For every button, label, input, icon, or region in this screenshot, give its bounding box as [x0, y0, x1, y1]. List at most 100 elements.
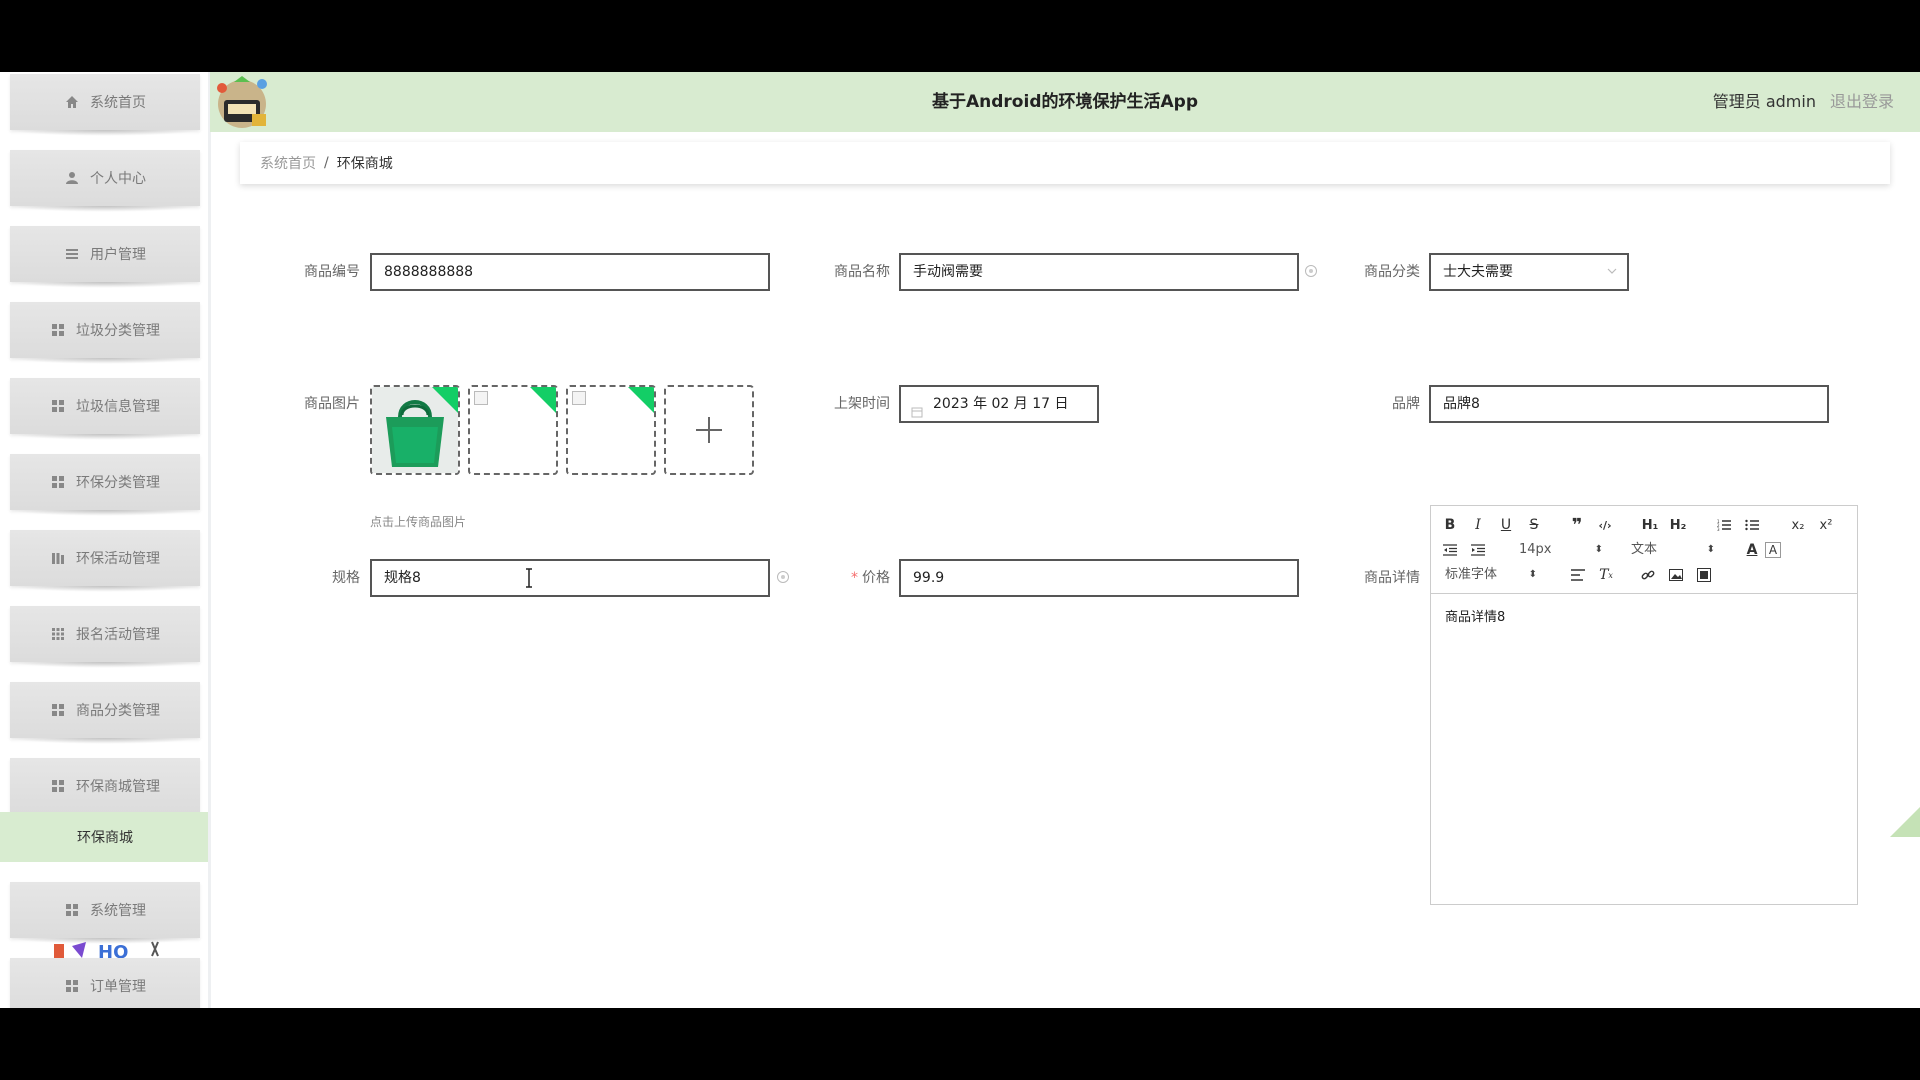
outdent-icon[interactable]	[1439, 539, 1461, 561]
select-arrows-icon: ⬍	[1528, 569, 1537, 580]
product-name-input[interactable]: 手动阀需要	[899, 253, 1299, 291]
sidebar-item-signup-activity[interactable]: 报名活动管理	[10, 606, 200, 668]
bold-icon[interactable]: B	[1439, 514, 1461, 536]
required-mark: *	[851, 570, 858, 586]
spec-input[interactable]: 规格8	[370, 559, 770, 597]
upload-success-corner	[627, 387, 654, 414]
svg-text:3: 3	[1717, 527, 1720, 531]
sidebar-item-profile[interactable]: 个人中心	[10, 150, 200, 212]
spec-input-value: 规格8	[384, 570, 421, 586]
app-screen: 系统首页 个人中心 用户管理 垃圾分类管理 垃圾信息管理 环保分类管理 环保活动…	[0, 72, 1920, 1008]
align-icon[interactable]	[1567, 564, 1589, 586]
listing-time-date-picker[interactable]: 2023 年 02 月 17 日	[899, 385, 1099, 423]
grid-icon	[50, 474, 66, 490]
logout-link[interactable]: 退出登录	[1830, 92, 1894, 111]
product-code-input[interactable]: 8888888888	[370, 253, 770, 291]
sidebar-item-users[interactable]: 用户管理	[10, 226, 200, 288]
breadcrumb-separator: /	[324, 155, 329, 171]
grid-icon	[64, 902, 80, 918]
sidebar-item-label: 个人中心	[90, 171, 146, 187]
sidebar-item-label: 用户管理	[90, 247, 146, 263]
app-title: 基于Android的环境保护生活App	[932, 92, 1198, 112]
font-color-icon[interactable]: A	[1741, 539, 1763, 561]
listing-time-value: 2023 年 02 月 17 日	[933, 396, 1069, 412]
clear-icon[interactable]	[777, 571, 789, 583]
bullet-list-icon[interactable]	[1741, 514, 1763, 536]
upload-success-corner	[529, 387, 556, 414]
rich-text-editor: B I U S ❞ ‹/› H₁ H₂ 123 x₂ x² 14px ⬍ 文本 ⬍ …	[1430, 505, 1858, 905]
image-icon[interactable]	[1665, 564, 1687, 586]
font-family-select[interactable]: 标准字体 ⬍	[1445, 564, 1537, 586]
editor-content[interactable]: 商品详情8	[1431, 594, 1857, 637]
font-size-value: 14px	[1519, 542, 1552, 557]
sidebar-item-eco-activity[interactable]: 环保活动管理	[10, 530, 200, 592]
menu-icon	[64, 246, 80, 262]
clear-icon[interactable]	[1305, 265, 1317, 277]
price-input[interactable]: 99.9	[899, 559, 1299, 597]
spec-label: 规格	[332, 570, 360, 586]
clear-format-icon[interactable]: Tx	[1595, 564, 1617, 586]
sidebar-subitem-label: 环保商城	[77, 830, 133, 846]
blockquote-icon[interactable]: ❞	[1566, 514, 1588, 536]
product-name-label: 商品名称	[834, 264, 890, 280]
top-header: 基于Android的环境保护生活App 管理员 admin 退出登录	[210, 72, 1920, 132]
price-label: * 价格	[790, 559, 890, 597]
code-block-icon[interactable]: ‹/›	[1594, 514, 1616, 536]
link-icon[interactable]	[1637, 564, 1659, 586]
sidebar-item-garbage-info[interactable]: 垃圾信息管理	[10, 378, 200, 440]
strikethrough-icon[interactable]: S	[1523, 514, 1545, 536]
sidebar-item-orders[interactable]: 订单管理	[10, 958, 200, 1008]
select-arrows-icon: ⬍	[1706, 544, 1715, 555]
superscript-icon[interactable]: x²	[1815, 514, 1837, 536]
product-image-thumb[interactable]	[566, 385, 656, 475]
product-image-thumb[interactable]	[468, 385, 558, 475]
grid-icon	[50, 626, 66, 642]
heading1-icon[interactable]: H₁	[1639, 514, 1661, 536]
upload-image-button[interactable]	[664, 385, 754, 475]
sidebar-item-product-category[interactable]: 商品分类管理	[10, 682, 200, 744]
ordered-list-icon[interactable]: 123	[1713, 514, 1735, 536]
category-label: 商品分类	[1364, 264, 1420, 280]
sidebar-decoration-illustration: HO	[40, 938, 180, 963]
sidebar-item-label: 系统管理	[90, 903, 146, 919]
upload-hint: 点击上传商品图片	[370, 515, 467, 529]
text-style-value: 文本	[1631, 542, 1658, 557]
product-image-thumb[interactable]	[370, 385, 460, 475]
user-label: 管理员 admin	[1712, 92, 1816, 111]
subscript-icon[interactable]: x₂	[1787, 514, 1809, 536]
product-images-label: 商品图片	[304, 396, 360, 412]
sidebar-item-home[interactable]: 系统首页	[10, 74, 200, 136]
font-family-value: 标准字体	[1445, 567, 1498, 582]
indent-icon[interactable]	[1467, 539, 1489, 561]
sidebar-item-label: 环保商城管理	[76, 779, 160, 795]
product-code-label: 商品编号	[304, 264, 360, 280]
sidebar-subitem-eco-mall[interactable]: 环保商城	[0, 812, 210, 862]
heading2-icon[interactable]: H₂	[1667, 514, 1689, 536]
sidebar-item-label: 商品分类管理	[76, 703, 160, 719]
italic-icon[interactable]: I	[1467, 514, 1489, 536]
sidebar-item-eco-category[interactable]: 环保分类管理	[10, 454, 200, 516]
grid-icon	[50, 778, 66, 794]
price-label-text: 价格	[862, 570, 890, 586]
text-style-select[interactable]: 文本 ⬍	[1631, 539, 1715, 561]
select-arrows-icon: ⬍	[1594, 544, 1603, 555]
breadcrumb-current: 环保商城	[336, 156, 393, 172]
font-size-select[interactable]: 14px ⬍	[1519, 539, 1603, 561]
sidebar-item-label: 环保分类管理	[76, 475, 160, 491]
sidebar-item-label: 系统首页	[90, 95, 146, 111]
sidebar-item-system[interactable]: 系统管理	[10, 882, 200, 944]
brand-input[interactable]: 品牌8	[1429, 385, 1829, 423]
broken-image-icon	[572, 391, 586, 405]
background-color-icon[interactable]: A	[1765, 542, 1781, 558]
sidebar-item-label: 报名活动管理	[76, 627, 160, 643]
sidebar-divider	[208, 72, 211, 1008]
underline-icon[interactable]: U	[1495, 514, 1517, 536]
category-select[interactable]: 士大夫需要	[1429, 253, 1629, 291]
brand-label: 品牌	[1392, 396, 1420, 412]
chevron-down-icon	[1607, 255, 1617, 289]
sidebar-item-eco-mall[interactable]: 环保商城管理	[10, 758, 200, 820]
category-select-value: 士大夫需要	[1443, 264, 1513, 280]
sidebar-item-garbage-category[interactable]: 垃圾分类管理	[10, 302, 200, 364]
video-icon[interactable]	[1693, 564, 1715, 586]
breadcrumb-home[interactable]: 系统首页	[260, 153, 316, 173]
